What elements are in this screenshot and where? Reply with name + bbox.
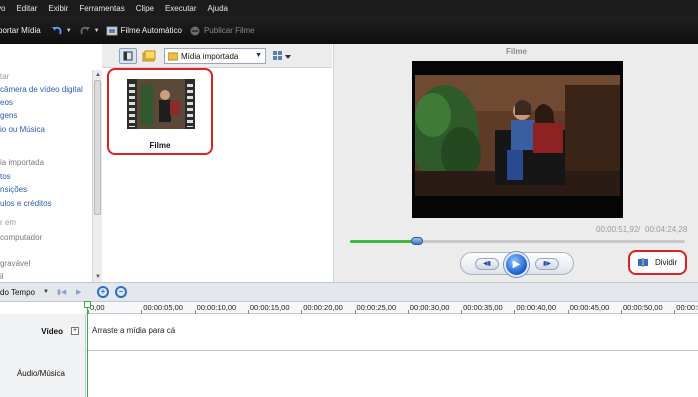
ruler-label: 00:00:20,00 — [303, 303, 343, 312]
menu-play[interactable]: Executar — [165, 4, 197, 13]
clip-label: Filme — [149, 141, 171, 150]
task-publish-computer[interactable]: computador — [0, 233, 42, 242]
menu-help[interactable]: Ajuda — [208, 4, 228, 13]
timeline-mode-label[interactable]: do Tempo — [0, 288, 35, 297]
tasks-scrollbar[interactable]: ▲ ▼ — [92, 70, 102, 282]
clip-frame — [137, 79, 185, 129]
task-from-digital-camera[interactable]: câmera de vídeo digital — [0, 85, 83, 94]
film-strip-right — [187, 81, 193, 127]
task-import-videos[interactable]: eos — [0, 98, 13, 107]
timeline-ruler[interactable]: 0,00 00:00:05,00 00:00:10,00 00:00:15,00 00:… — [86, 302, 698, 314]
task-import-audio[interactable]: io ou Música — [0, 125, 45, 134]
menu-edit[interactable]: Editar — [16, 4, 37, 13]
scroll-down-icon[interactable]: ▼ — [94, 273, 102, 281]
play-button[interactable]: ▶ — [504, 252, 529, 277]
scroll-up-icon[interactable]: ▲ — [94, 71, 102, 79]
video-track-label: Vídeo — [41, 327, 63, 336]
clip-thumbnail — [127, 79, 195, 129]
collection-dropdown[interactable]: Mídia importada ▼ — [164, 48, 266, 64]
seek-handle[interactable] — [411, 237, 423, 245]
redo-icon[interactable] — [79, 25, 91, 37]
previous-frame-button[interactable]: ◀▮ — [475, 258, 499, 270]
timeline-playhead[interactable] — [87, 302, 88, 397]
collection-folder-icon — [167, 51, 179, 61]
total-time: 00:04:24,28 — [645, 225, 688, 234]
split-button[interactable]: Dividir — [628, 250, 687, 275]
scrollbar-thumb[interactable] — [94, 80, 101, 215]
preview-pane: Filme 00:00:51,92 / 00:04:24,28 ◀▮ ▶ ▮▶ … — [333, 44, 698, 282]
split-label: Dividir — [655, 258, 678, 267]
rewind-timeline-icon[interactable]: ▮◀ — [57, 288, 66, 296]
task-transitions[interactable]: nsições — [0, 185, 27, 194]
ruler-label: 00:00:15,00 — [249, 303, 290, 312]
task-titles-credits[interactable]: ulos e créditos — [0, 199, 52, 208]
seek-bar[interactable] — [350, 237, 685, 245]
ruler-label: 00:00:05,00 — [143, 303, 183, 312]
undo-icon[interactable] — [51, 25, 63, 37]
ruler-label: 0,00 — [90, 303, 105, 312]
ruler-label: 00:00:40,00 — [516, 303, 557, 312]
timeline-mode-dropdown-icon[interactable]: ▼ — [43, 289, 49, 295]
ruler-label: 00:00:5 — [676, 303, 698, 312]
publish-movie-button[interactable]: Publicar Filme — [204, 26, 255, 35]
preview-frame — [415, 75, 620, 196]
ruler-label: 00:00:10,00 — [196, 303, 237, 312]
ruler-label: 00:00:50,00 — [623, 303, 663, 312]
menu-bar: vo Editar Exibir Ferramentas Clipe Execu… — [0, 0, 698, 17]
menu-clip[interactable]: Clipe — [136, 4, 154, 13]
menu-file[interactable]: vo — [0, 4, 5, 13]
time-separator: / — [638, 225, 641, 234]
import-media-button[interactable]: portar Mídia — [0, 26, 41, 35]
audio-track-label: Áudio/Música — [16, 369, 65, 378]
playhead-handle[interactable] — [84, 301, 91, 308]
film-strip-left — [129, 81, 135, 127]
task-import-images[interactable]: gens — [0, 111, 17, 120]
chevron-down-icon[interactable]: ▼ — [255, 52, 262, 59]
collection-toolbar: Mídia importada ▼ — [102, 44, 332, 68]
view-options-icon[interactable] — [272, 49, 292, 63]
auto-movie-icon — [106, 25, 118, 37]
publish-header: r em — [0, 218, 16, 227]
collections-folder-icon[interactable] — [142, 48, 156, 64]
play-timeline-icon[interactable]: ▶ — [76, 288, 81, 296]
task-effects[interactable]: tos — [0, 172, 11, 181]
collection-dropdown-value: Mídia importada — [181, 52, 239, 61]
publish-icon — [189, 25, 201, 37]
ruler-label: 00:00:35,00 — [463, 303, 503, 312]
main-toolbar: portar Mídia ▼ ▼ Filme Automático Public… — [0, 17, 698, 44]
undo-dropdown-icon[interactable]: ▼ — [66, 28, 72, 34]
playback-controls: ◀▮ ▶ ▮▶ — [460, 252, 574, 277]
split-icon — [638, 258, 648, 267]
menu-tools[interactable]: Ferramentas — [79, 4, 124, 13]
seek-progress — [350, 240, 417, 243]
task-publish-writable[interactable]: gravável — [0, 259, 30, 268]
video-track[interactable]: Arraste a mídia para cá — [86, 314, 698, 351]
expand-video-track-icon[interactable]: + — [71, 327, 79, 335]
ruler-label: 00:00:30,00 — [409, 303, 450, 312]
zoom-out-icon[interactable]: − — [115, 286, 127, 298]
preview-monitor[interactable] — [412, 61, 623, 218]
menu-view[interactable]: Exibir — [48, 4, 68, 13]
task-publish-email[interactable]: il — [0, 272, 4, 281]
edit-header[interactable]: ia importada — [0, 158, 44, 167]
redo-dropdown-icon[interactable]: ▼ — [94, 28, 100, 34]
audio-track[interactable] — [86, 351, 698, 397]
current-time: 00:00:51,92 — [596, 225, 639, 234]
zoom-in-icon[interactable]: + — [97, 286, 109, 298]
timeline-toolbar: do Tempo ▼ ▮◀ ▶ + − — [0, 282, 698, 302]
next-frame-button[interactable]: ▮▶ — [535, 258, 559, 270]
clip-filme[interactable]: Filme — [107, 68, 213, 155]
ruler-label: 00:00:45,00 — [569, 303, 610, 312]
tasks-pane-toggle-icon[interactable] — [119, 48, 137, 64]
preview-title: Filme — [506, 47, 527, 56]
track-headers: Vídeo + Áudio/Música — [0, 314, 86, 397]
ruler-label: 00:00:25,00 — [356, 303, 397, 312]
auto-movie-button[interactable]: Filme Automático — [121, 26, 182, 35]
capture-header: tar — [0, 72, 10, 81]
drop-hint: Arraste a mídia para cá — [92, 326, 176, 335]
tasks-pane: tar câmera de vídeo digital eos gens io … — [0, 44, 92, 282]
